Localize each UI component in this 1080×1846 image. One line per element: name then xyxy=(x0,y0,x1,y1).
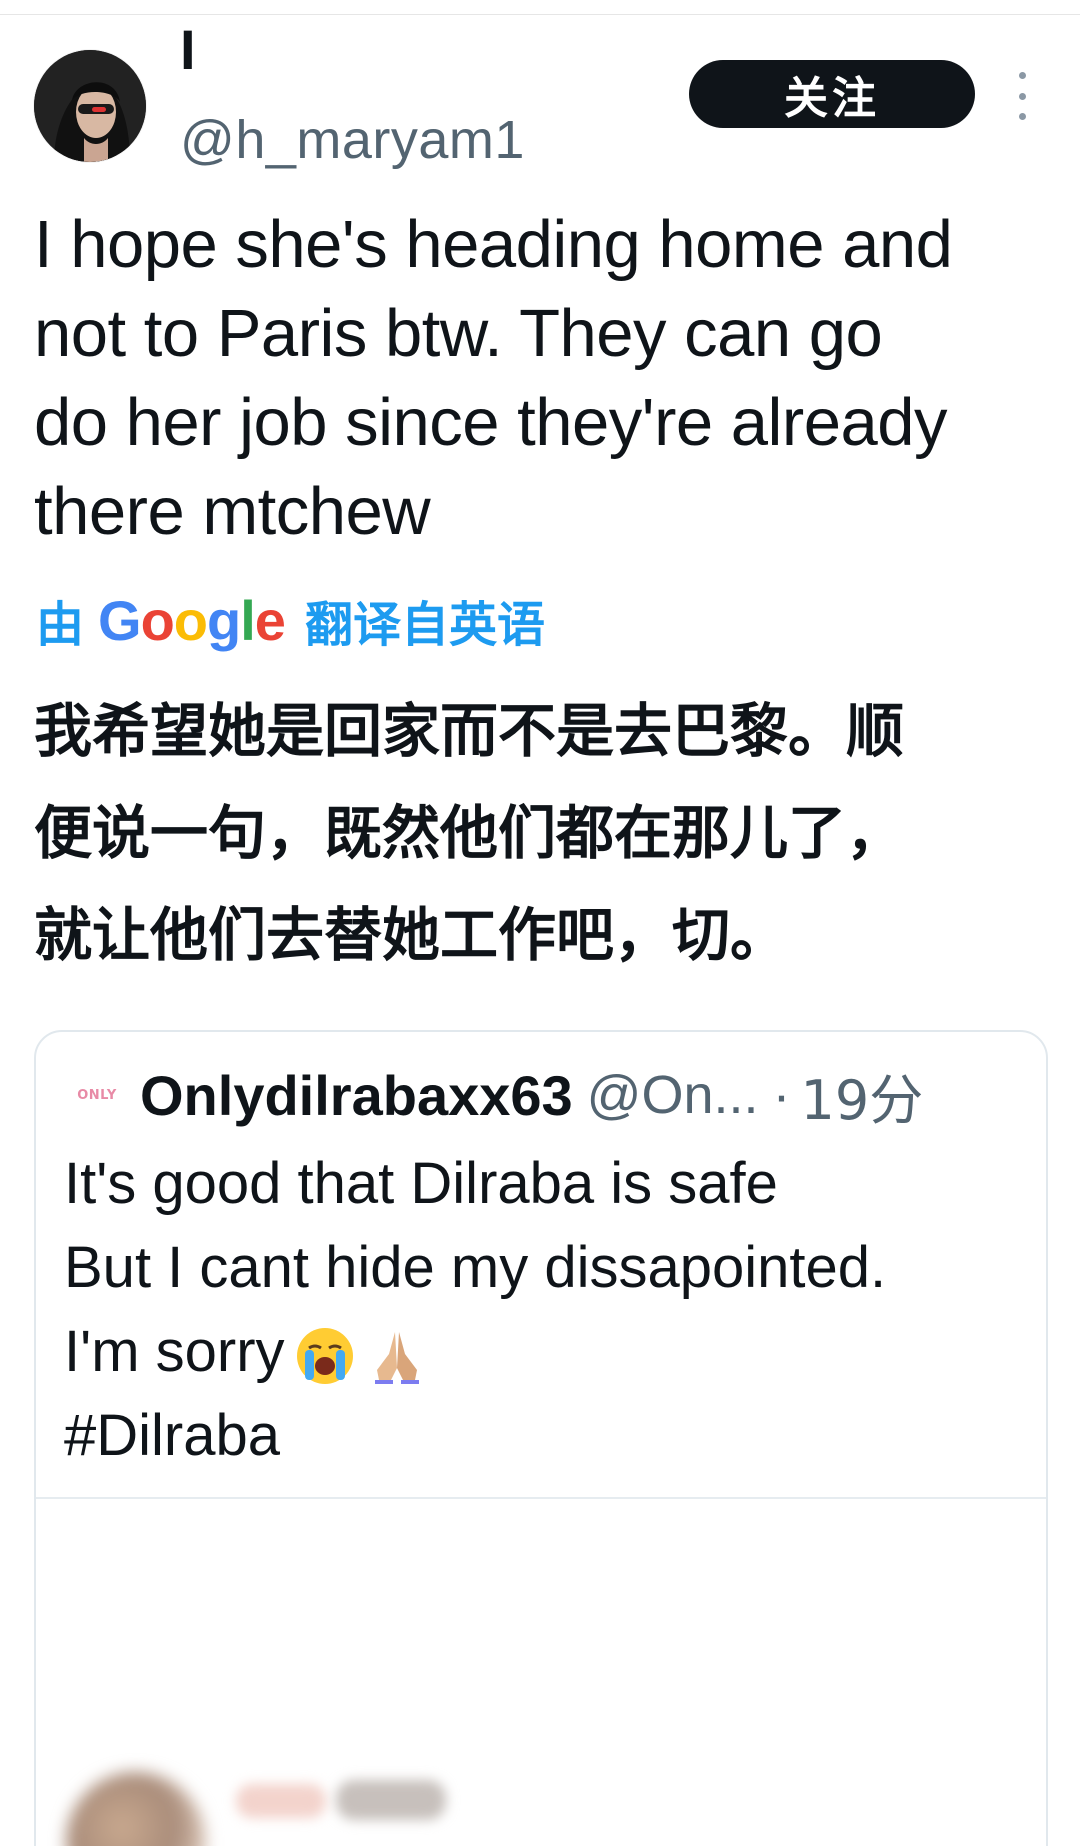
quoted-author-handle[interactable]: @On... xyxy=(587,1064,759,1126)
blurred-text xyxy=(336,1780,446,1820)
author-avatar-image xyxy=(34,50,146,162)
translation-attribution[interactable]: 由 Google 翻译自英语 xyxy=(36,585,545,655)
translated-text-line: 便说一句，既然他们都在那儿了， xyxy=(34,799,905,867)
quoted-separator: · xyxy=(772,1065,791,1125)
quoted-author-avatar[interactable]: ONLY xyxy=(72,1070,122,1120)
top-divider xyxy=(0,0,1080,15)
translated-text-line: 就让他们去替她工作吧，切。 xyxy=(34,901,789,969)
quoted-avatar-logo: ONLY xyxy=(77,1087,117,1103)
embedded-media-preview[interactable] xyxy=(66,1752,966,1846)
translate-prefix: 由 xyxy=(36,597,85,653)
quoted-text-line-with-emoji: I'm sorry xyxy=(64,1310,1014,1394)
tweet-text-line: not to Paris btw. They can go xyxy=(34,296,883,371)
quoted-media-divider xyxy=(36,1497,1046,1499)
quoted-text-line: But I cant hide my dissapointed. xyxy=(64,1235,887,1300)
quoted-tweet-body: It's good that Dilraba is safe But I can… xyxy=(64,1142,1014,1478)
tweet-text-line: there mtchew xyxy=(34,474,431,549)
more-dot xyxy=(1018,72,1026,79)
more-dot xyxy=(1018,92,1026,100)
more-dot xyxy=(1018,113,1026,120)
author-handle[interactable]: @h_maryam1 xyxy=(180,110,525,170)
blurred-text xyxy=(236,1784,326,1818)
translated-text-line: 我希望她是回家而不是去巴黎。顺 xyxy=(34,697,905,765)
quoted-hashtag[interactable]: #Dilraba xyxy=(64,1394,1014,1478)
blurred-avatar xyxy=(66,1772,206,1846)
quoted-tweet-card[interactable]: ONLY Onlydilrabaxx63 @On... · 19分 It's g… xyxy=(34,1030,1048,1846)
tweet-text-line: do her job since they're already xyxy=(34,385,948,460)
author-display-name[interactable]: I xyxy=(180,20,196,80)
follow-button[interactable]: 关注 xyxy=(689,60,975,128)
quoted-author-name[interactable]: Onlydilrabaxx63 xyxy=(140,1063,573,1128)
quoted-timestamp[interactable]: 19分 xyxy=(801,1056,924,1135)
quoted-tweet-header: ONLY Onlydilrabaxx63 @On... · 19分 xyxy=(72,1060,923,1132)
loudly-crying-face-icon xyxy=(296,1327,353,1384)
quoted-text-line: It's good that Dilraba is safe xyxy=(64,1151,778,1216)
more-vertical-icon[interactable] xyxy=(1010,72,1034,120)
tweet-text-line: I hope she's heading home and xyxy=(34,207,953,282)
tweet-page: I @h_maryam1 关注 I hope she's heading hom… xyxy=(0,0,1080,1846)
folded-hands-icon xyxy=(374,1331,419,1384)
translated-text: 我希望她是回家而不是去巴黎。顺 便说一句，既然他们都在那儿了， 就让他们去替她工… xyxy=(34,680,1034,986)
google-logo: Google xyxy=(98,588,286,652)
author-avatar[interactable] xyxy=(34,50,146,162)
translate-suffix: 翻译自英语 xyxy=(304,597,545,653)
quoted-text-line: I'm sorry xyxy=(64,1319,285,1384)
tweet-text: I hope she's heading home and not to Par… xyxy=(34,200,1044,556)
